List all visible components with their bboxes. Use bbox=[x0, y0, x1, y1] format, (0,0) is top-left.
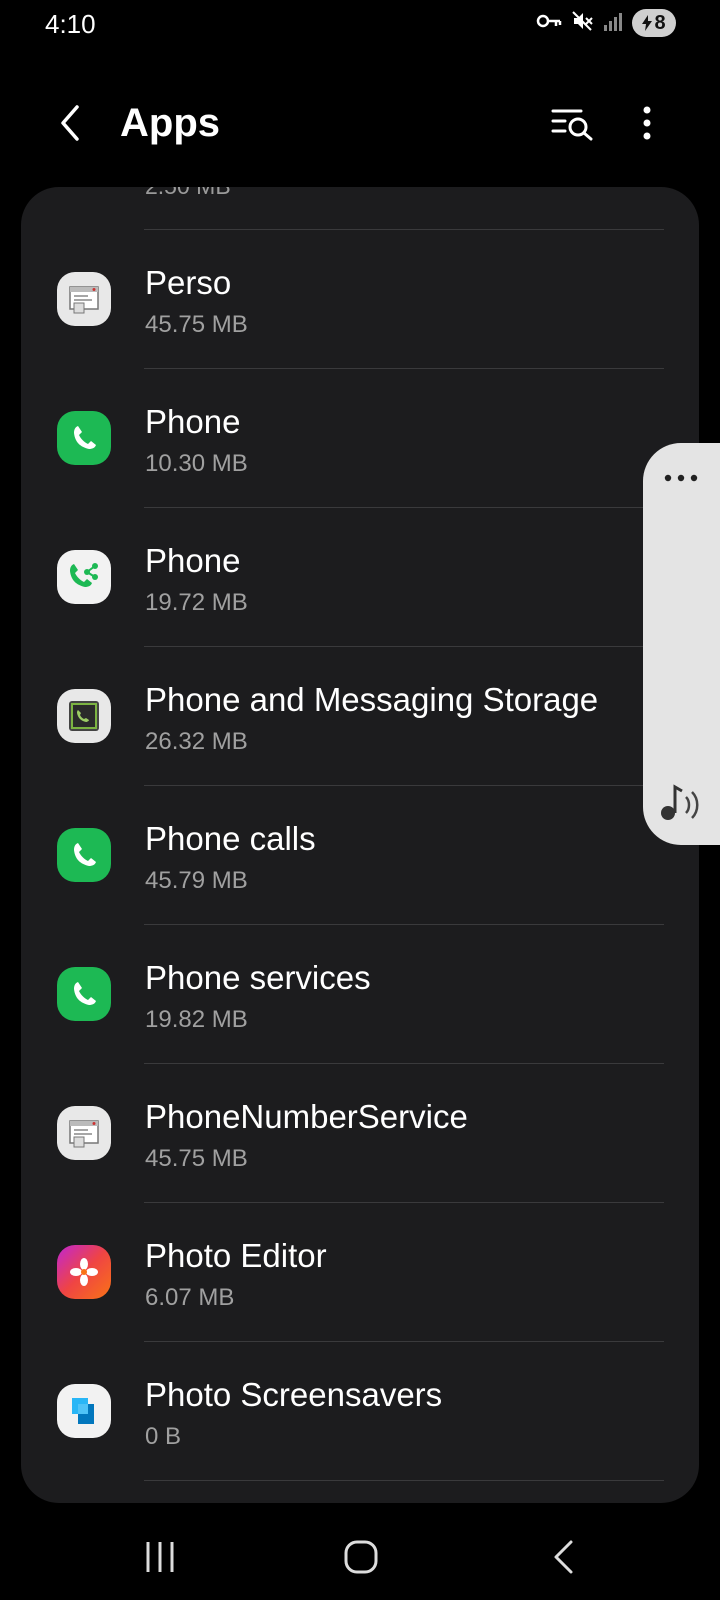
status-icons: 8 bbox=[536, 8, 676, 38]
filter-search-button[interactable] bbox=[548, 100, 598, 146]
home-icon bbox=[344, 1540, 378, 1574]
app-size: 0 B bbox=[145, 1423, 182, 1450]
app-name: Phone services bbox=[145, 959, 371, 996]
app-name: Phone bbox=[145, 542, 241, 579]
recents-icon bbox=[146, 1542, 174, 1572]
list-item[interactable]: Photo Screensavers 0 B bbox=[21, 1342, 699, 1481]
filter-search-icon bbox=[551, 109, 593, 141]
sound-assistant-icon bbox=[661, 784, 699, 820]
phone-share-icon bbox=[57, 550, 111, 604]
app-name: Phone calls bbox=[145, 820, 316, 857]
battery-level: 8 bbox=[654, 11, 666, 34]
generic-app-icon bbox=[57, 1106, 111, 1160]
list-item[interactable]: Phone 19.72 MB bbox=[21, 508, 699, 647]
page-title: Apps bbox=[120, 101, 220, 145]
home-button[interactable] bbox=[326, 1530, 396, 1584]
app-size: 19.82 MB bbox=[145, 1006, 248, 1033]
partial-item-size: 2.50 MB bbox=[145, 187, 231, 200]
app-size: 19.72 MB bbox=[145, 589, 248, 616]
photo-editor-icon bbox=[57, 1245, 111, 1299]
back-nav-button[interactable] bbox=[528, 1530, 598, 1584]
photo-screensavers-icon bbox=[57, 1384, 111, 1438]
list-item[interactable]: Phone services 19.82 MB bbox=[21, 925, 699, 1064]
generic-app-icon bbox=[57, 272, 111, 326]
phone-storage-icon bbox=[57, 689, 111, 743]
app-name: Photo Editor bbox=[145, 1237, 327, 1274]
app-name: Perso bbox=[145, 264, 232, 301]
app-list: Perso 45.75 MB Phone 10.30 MB Phone 19.7… bbox=[21, 230, 699, 1481]
phone-green-icon bbox=[57, 411, 111, 465]
list-item[interactable]: Perso 45.75 MB bbox=[21, 230, 699, 369]
list-item[interactable]: Phone 10.30 MB bbox=[21, 369, 699, 508]
app-name: Phone bbox=[145, 403, 241, 440]
edge-panel-more-button[interactable] bbox=[661, 463, 701, 493]
app-bar: Apps bbox=[0, 80, 720, 168]
list-item[interactable]: Phone calls 45.79 MB bbox=[21, 786, 699, 925]
navigation-bar bbox=[0, 1510, 720, 1600]
more-options-button[interactable] bbox=[624, 100, 670, 146]
more-horiz-icon bbox=[664, 474, 698, 482]
divider bbox=[144, 1480, 664, 1481]
list-item[interactable]: PhoneNumberService 45.75 MB bbox=[21, 1064, 699, 1203]
list-item[interactable]: Phone and Messaging Storage 26.32 MB bbox=[21, 647, 699, 786]
app-size: 6.07 MB bbox=[145, 1284, 235, 1311]
status-bar: 4:10 8 bbox=[0, 0, 720, 46]
back-nav-icon bbox=[554, 1540, 573, 1574]
edge-panel[interactable] bbox=[643, 443, 720, 845]
app-size: 26.32 MB bbox=[145, 728, 248, 755]
app-size: 45.79 MB bbox=[145, 867, 248, 894]
app-size: 45.75 MB bbox=[145, 1145, 248, 1172]
app-size: 10.30 MB bbox=[145, 450, 248, 477]
mute-icon bbox=[570, 9, 594, 38]
app-name: Photo Screensavers bbox=[145, 1376, 443, 1413]
battery-charging-icon: 8 bbox=[632, 9, 676, 37]
app-size: 45.75 MB bbox=[145, 311, 248, 338]
recents-button[interactable] bbox=[125, 1530, 195, 1584]
app-name: PhoneNumberService bbox=[145, 1098, 468, 1135]
sound-assistant-button[interactable] bbox=[653, 778, 711, 828]
status-time: 4:10 bbox=[45, 9, 96, 39]
more-vert-icon bbox=[643, 106, 651, 140]
signal-icon bbox=[602, 10, 624, 37]
phone-green-icon bbox=[57, 828, 111, 882]
app-name: Phone and Messaging Storage bbox=[145, 681, 599, 718]
vpn-key-icon bbox=[536, 11, 562, 36]
back-button[interactable] bbox=[48, 100, 94, 146]
back-icon bbox=[61, 105, 79, 141]
phone-green-icon bbox=[57, 967, 111, 1021]
app-list-card: 2.50 MB Perso 45.75 MB Phone 10.30 MB Ph… bbox=[21, 187, 699, 1503]
list-item[interactable]: Photo Editor 6.07 MB bbox=[21, 1203, 699, 1342]
